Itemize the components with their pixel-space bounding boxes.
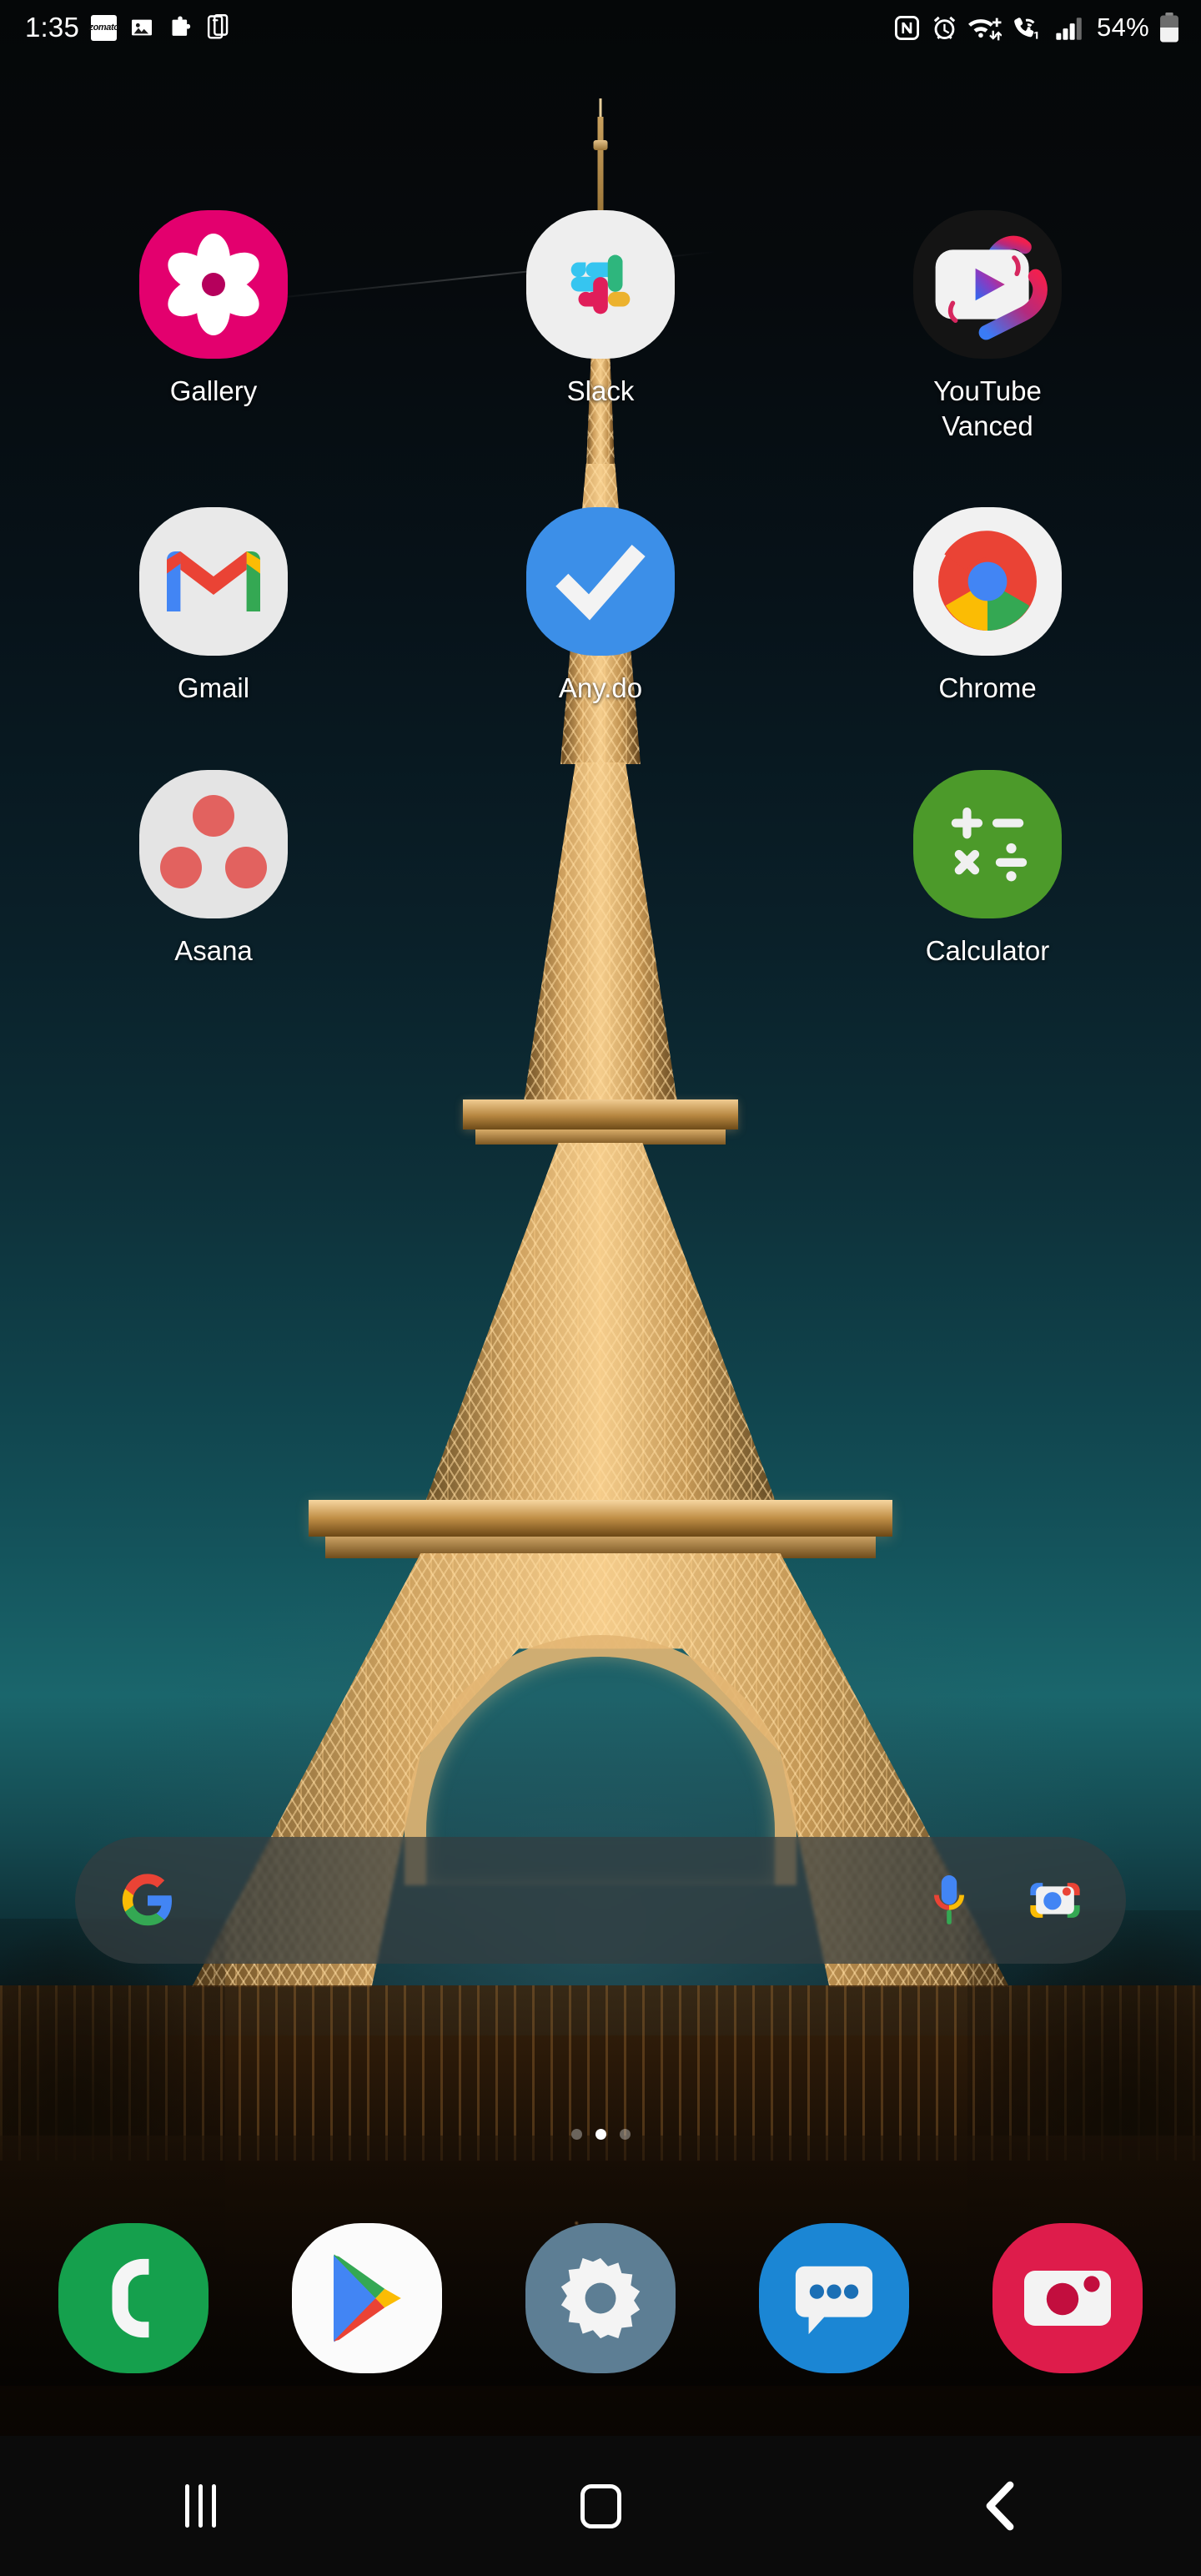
nav-back-button[interactable] bbox=[801, 2436, 1201, 2576]
flower-glyph bbox=[161, 234, 266, 335]
app-label-chrome: Chrome bbox=[938, 672, 1037, 704]
dock-item-messages[interactable] bbox=[717, 2223, 951, 2373]
gmail-icon bbox=[139, 507, 288, 657]
dock-item-camera[interactable] bbox=[951, 2223, 1184, 2373]
nfc-icon bbox=[895, 15, 920, 40]
speech-bubble-glyph bbox=[795, 2266, 873, 2335]
camera-icon bbox=[992, 2223, 1143, 2373]
zomato-notification-icon: zomato bbox=[88, 14, 119, 41]
calculator-symbols-glyph bbox=[951, 807, 1028, 882]
app-label-anydo: Any.do bbox=[558, 672, 643, 704]
google-g-icon[interactable] bbox=[120, 1873, 175, 1928]
recents-icon bbox=[184, 2484, 216, 2528]
puzzle-notification-icon bbox=[172, 16, 191, 36]
youtube-vanced-icon bbox=[913, 210, 1062, 359]
youtube-vanced-glyph bbox=[935, 235, 1048, 340]
anydo-icon bbox=[526, 507, 675, 657]
messages-icon bbox=[759, 2223, 909, 2373]
screen-mirror-notification-icon bbox=[207, 14, 229, 39]
dock bbox=[0, 2211, 1201, 2386]
tower-first-platform bbox=[309, 1500, 892, 1537]
app-icon-asana[interactable]: Asana bbox=[20, 768, 407, 969]
app-label-gallery: Gallery bbox=[169, 375, 258, 406]
page-indicator bbox=[0, 2129, 1201, 2140]
phone-icon bbox=[58, 2223, 209, 2373]
app-grid: Gallery Slack YouTube Vanced Gmail Any.d… bbox=[0, 209, 1201, 969]
slack-icon bbox=[526, 210, 675, 359]
battery-percent-label: 54% bbox=[1097, 13, 1149, 42]
dock-item-settings[interactable] bbox=[484, 2223, 717, 2373]
chrome-icon bbox=[913, 507, 1062, 657]
anydo-icon-box bbox=[525, 506, 676, 657]
tower-antenna-knob bbox=[593, 140, 608, 150]
page-dot[interactable] bbox=[570, 2129, 582, 2140]
gear-glyph bbox=[560, 2257, 641, 2339]
page-dot[interactable] bbox=[619, 2129, 631, 2140]
dock-item-phone[interactable] bbox=[17, 2223, 250, 2373]
status-bar-right: 54% bbox=[893, 13, 1179, 43]
asana-dots-glyph bbox=[160, 794, 267, 893]
google-search-bar[interactable] bbox=[75, 1837, 1126, 1964]
status-bar-left: 1:35 zomato bbox=[25, 12, 230, 43]
wifi-plus-icon bbox=[968, 18, 1003, 40]
signal-bars-icon bbox=[1056, 17, 1082, 40]
page-dot-active[interactable] bbox=[595, 2129, 606, 2140]
image-notification-icon bbox=[132, 19, 153, 36]
play-triangle-glyph bbox=[334, 2254, 401, 2342]
slack-hash-glyph bbox=[570, 254, 631, 314]
gmail-envelope-glyph bbox=[167, 551, 260, 612]
navigation-bar bbox=[0, 2436, 1201, 2576]
phone-handset-glyph bbox=[112, 2258, 149, 2338]
app-icon-calculator[interactable]: Calculator bbox=[794, 768, 1181, 969]
status-clock: 1:35 bbox=[25, 12, 80, 43]
nav-recents-button[interactable] bbox=[0, 2436, 400, 2576]
alarm-icon bbox=[933, 16, 956, 39]
nav-home-button[interactable] bbox=[400, 2436, 801, 2576]
empty-icon-box bbox=[525, 768, 676, 920]
tower-second-platform bbox=[463, 1099, 738, 1130]
asana-icon bbox=[139, 769, 288, 918]
play-store-icon bbox=[292, 2223, 442, 2373]
app-icon-chrome[interactable]: Chrome bbox=[794, 506, 1181, 706]
youtube-vanced-icon-box bbox=[912, 209, 1063, 360]
asana-icon-box bbox=[138, 768, 289, 920]
chrome-glyph bbox=[938, 531, 1037, 631]
app-grid-empty-slot bbox=[407, 768, 794, 969]
app-label-youtube-vanced: YouTube Vanced bbox=[933, 375, 1042, 442]
calculator-icon-box bbox=[912, 768, 1063, 920]
camera-body-glyph bbox=[1024, 2271, 1111, 2326]
gallery-icon-box bbox=[138, 209, 289, 360]
gmail-icon-box bbox=[138, 506, 289, 657]
tower-antenna bbox=[597, 117, 604, 217]
calculator-icon bbox=[913, 769, 1062, 918]
home-screen: 1:35 zomato 54% Gallery Slack YouTube Va… bbox=[0, 0, 1201, 2576]
app-label-gmail: Gmail bbox=[177, 672, 250, 704]
gallery-icon bbox=[139, 210, 288, 359]
flower-center bbox=[202, 273, 225, 296]
search-actions bbox=[927, 1873, 1081, 1928]
status-bar[interactable]: 1:35 zomato 54% bbox=[0, 0, 1201, 55]
app-icon-slack[interactable]: Slack bbox=[407, 209, 794, 444]
app-icon-gallery[interactable]: Gallery bbox=[20, 209, 407, 444]
chrome-icon-box bbox=[912, 506, 1063, 657]
wifi-calling-icon bbox=[1014, 17, 1038, 39]
google-lens-icon[interactable] bbox=[1029, 1874, 1081, 1926]
back-chevron-icon bbox=[986, 2481, 1014, 2531]
app-icon-anydo[interactable]: Any.do bbox=[407, 506, 794, 706]
home-icon bbox=[580, 2483, 621, 2528]
checkmark-glyph bbox=[555, 545, 646, 621]
settings-icon bbox=[525, 2223, 676, 2373]
tower-second-platform-underside bbox=[475, 1130, 726, 1145]
slack-icon-box bbox=[525, 209, 676, 360]
app-label-calculator: Calculator bbox=[925, 934, 1050, 966]
dock-item-play-store[interactable] bbox=[250, 2223, 484, 2373]
app-icon-gmail[interactable]: Gmail bbox=[20, 506, 407, 706]
app-icon-youtube-vanced[interactable]: YouTube Vanced bbox=[794, 209, 1181, 444]
microphone-icon[interactable] bbox=[927, 1873, 971, 1928]
app-label-slack: Slack bbox=[566, 375, 635, 406]
app-label-asana: Asana bbox=[174, 934, 253, 966]
battery-icon bbox=[1160, 13, 1178, 43]
